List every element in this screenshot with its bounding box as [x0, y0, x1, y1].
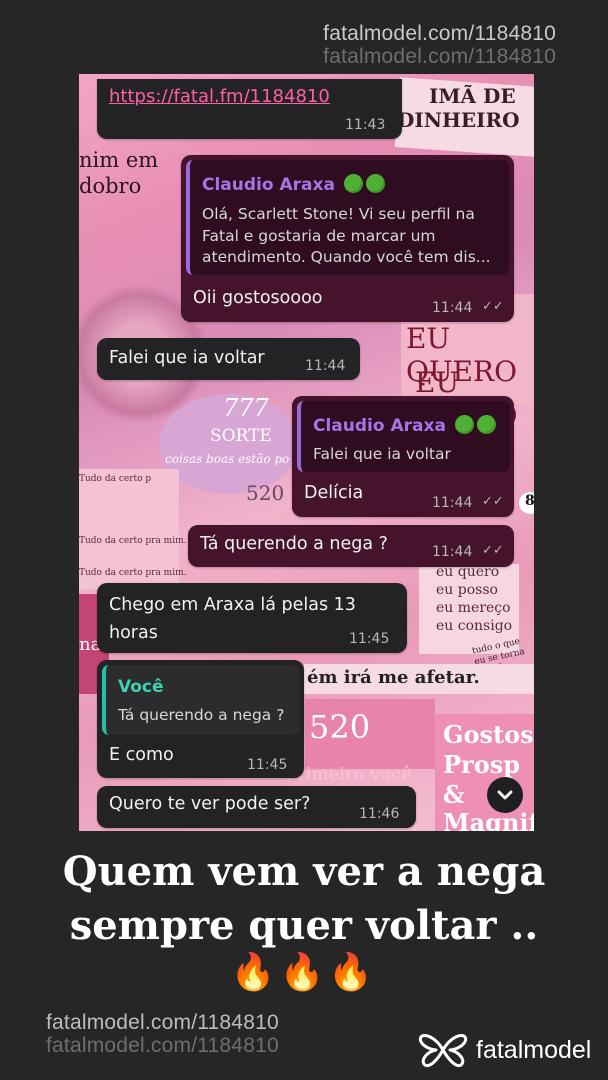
message-time: 11:43 [345, 117, 386, 133]
message-text: Delícia [304, 483, 364, 503]
collage-text: eu consigo [436, 618, 513, 634]
quote-author-name: Claudio Araxa [202, 175, 335, 195]
message-text: Falei que ia voltar [109, 348, 265, 368]
message-text: Chego em Araxa lá pelas 13 horas [109, 591, 356, 647]
story-caption-line1: Quem vem ver a nega [62, 848, 546, 895]
green-circle-icon [343, 174, 363, 193]
chevron-down-icon [497, 790, 513, 800]
collage-text: nim em [79, 148, 159, 172]
collage-text: Primeiro você [285, 764, 412, 785]
message-text: Oii gostosoooo [193, 288, 323, 308]
quoted-message[interactable]: Você Tá querendo a nega ? [102, 665, 300, 735]
green-circle-icon [476, 415, 496, 434]
message-bubble-outgoing[interactable]: Tá querendo a nega ? 11:44 ✓✓ [188, 525, 514, 567]
collage-text: eu mereço [436, 600, 511, 616]
collage-text: Prosp [443, 750, 520, 779]
quote-text-line: Olá, Scarlett Stone! Vi seu perfil na [202, 205, 475, 223]
message-time: 11:46 [359, 806, 400, 822]
message-time: 11:45 [247, 757, 288, 773]
message-time: 11:44 [305, 358, 346, 374]
collage-text: 520 [246, 481, 285, 505]
collage-text: Gostos [443, 720, 534, 749]
message-time: 11:45 [349, 631, 390, 647]
collage-text: 777 [223, 394, 269, 422]
message-text: Tá querendo a nega ? [200, 534, 388, 554]
quote-text: Olá, Scarlett Stone! Vi seu perfil na Fa… [202, 204, 507, 269]
quote-author-name: Claudio Araxa [313, 416, 446, 436]
butterfly-logo-icon [418, 1034, 468, 1068]
quote-text: Tá querendo a nega ? [118, 706, 285, 724]
collage-text: Tudo da certo pra mim. [79, 536, 187, 546]
quote-text-line: atendimento. Quando você tem dis... [202, 248, 491, 266]
collage-text: Tudo da certo p [79, 474, 152, 484]
message-text: Quero te ver pode ser? [109, 794, 311, 814]
fatalmodel-logo: fatalmodel [418, 1031, 591, 1069]
message-bubble-outgoing[interactable]: Claudio Araxa Falei que ia voltar Delíci… [292, 396, 514, 517]
green-circle-icon [454, 415, 474, 434]
double-check-icon: ✓✓ [482, 299, 504, 314]
watermark-bottom: fatalmodel.com/1184810 fatalmodel.com/11… [46, 1011, 279, 1057]
message-bubble-incoming[interactable]: Quero te ver pode ser? 11:46 [97, 786, 416, 828]
collage-text: IMÃ DE [429, 84, 516, 108]
quote-text: Falei que ia voltar [313, 445, 451, 463]
quote-text-line: Fatal e gostaria de marcar um [202, 226, 436, 245]
message-bubble-incoming[interactable]: Você Tá querendo a nega ? E como 11:45 [97, 660, 304, 778]
watermark-text-shadow: fatalmodel.com/1184810 [46, 1034, 279, 1057]
double-check-icon: ✓✓ [482, 494, 504, 509]
message-time: 11:44 [432, 300, 473, 316]
collage-text: DINHEIRO [397, 108, 520, 132]
quoted-message[interactable]: Claudio Araxa Falei que ia voltar [297, 401, 510, 472]
scroll-down-button[interactable] [487, 777, 523, 813]
story-caption-line2: sempre quer voltar .. [69, 902, 539, 949]
brand-name: fatalmodel [476, 1035, 592, 1064]
collage-text: 8 [525, 493, 534, 509]
quoted-message[interactable]: Claudio Araxa Olá, Scarlett Stone! Vi se… [186, 160, 509, 275]
quote-author: Claudio Araxa [313, 415, 496, 436]
message-text-line: Chego em Araxa lá pelas 13 [109, 595, 356, 615]
watermark-text: fatalmodel.com/1184810 [46, 1011, 279, 1034]
message-bubble-incoming[interactable]: Chego em Araxa lá pelas 13 horas 11:45 [97, 583, 407, 653]
message-link[interactable]: https://fatal.fm/1184810 [109, 86, 330, 107]
quote-author: Você [118, 677, 164, 697]
fire-emoji: 🔥🔥🔥 [230, 952, 378, 993]
double-check-icon: ✓✓ [482, 543, 504, 558]
collage-text: & [443, 780, 465, 809]
collage-text: SORTE [210, 426, 272, 446]
message-time: 11:44 [432, 544, 473, 560]
collage-text: Tudo da certo pra mim. [79, 568, 187, 578]
watermark-text-shadow: fatalmodel.com/1184810 [323, 45, 556, 68]
quote-author: Claudio Araxa [202, 174, 385, 195]
message-text: E como [109, 745, 174, 765]
collage-text: dobro [79, 174, 142, 198]
green-circle-icon [365, 174, 385, 193]
message-bubble-link[interactable]: https://fatal.fm/1184810 11:43 [97, 79, 402, 139]
message-bubble-incoming[interactable]: Falei que ia voltar 11:44 [97, 338, 360, 380]
message-time: 11:44 [432, 495, 473, 511]
watermark-top: fatalmodel.com/1184810 fatalmodel.com/11… [323, 22, 556, 68]
message-text-line: horas [109, 623, 158, 643]
message-bubble-outgoing[interactable]: Claudio Araxa Olá, Scarlett Stone! Vi se… [181, 155, 514, 322]
collage-text: ém irá me afetar. [307, 667, 480, 688]
watermark-text: fatalmodel.com/1184810 [323, 22, 556, 45]
collage-text: coisas boas estão po [165, 452, 290, 466]
collage-text: 520 [309, 708, 371, 746]
collage-text: eu posso [436, 582, 498, 598]
